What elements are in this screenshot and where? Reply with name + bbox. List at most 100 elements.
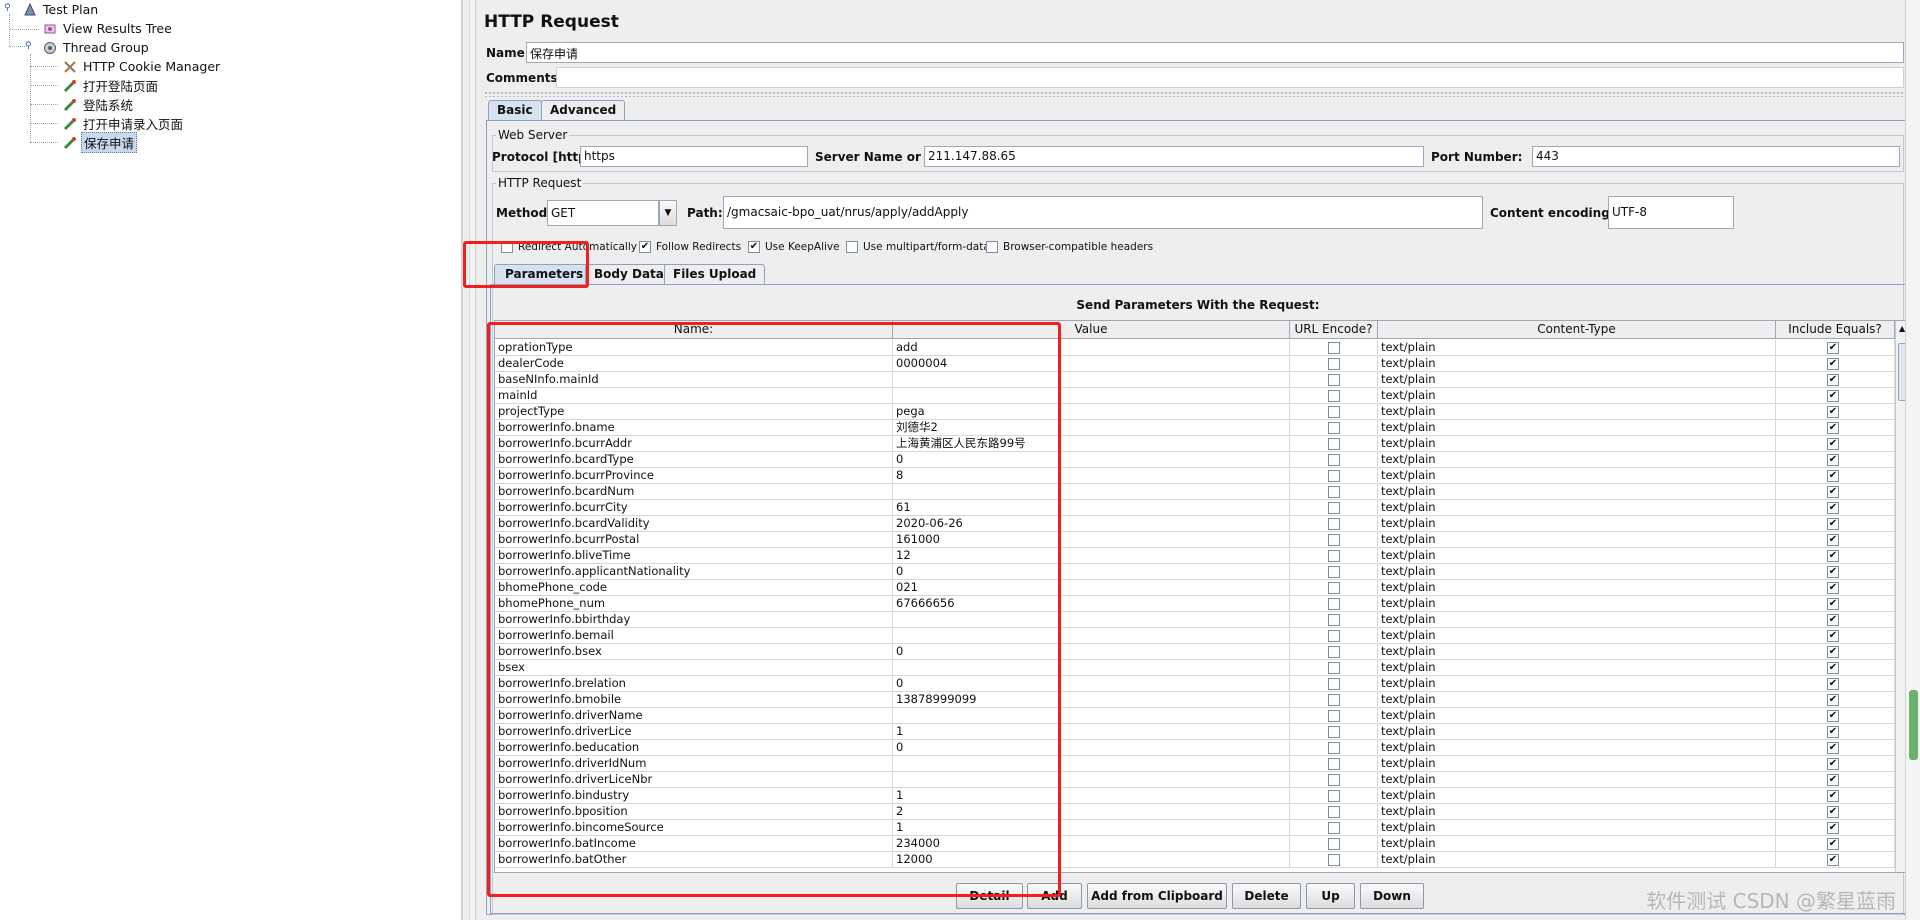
url-encode-checkbox[interactable] [1328, 790, 1340, 802]
chevron-down-icon[interactable]: ▼ [659, 200, 677, 226]
url-encode-checkbox[interactable] [1328, 598, 1340, 610]
method-select[interactable]: GET [547, 200, 659, 226]
tab-files-upload[interactable]: Files Upload [664, 264, 766, 284]
tree-item-sampler[interactable]: 登陆系统 [62, 96, 135, 113]
url-encode-checkbox[interactable] [1328, 390, 1340, 402]
url-encode-checkbox[interactable] [1328, 726, 1340, 738]
column-header-url-encode[interactable]: URL Encode? [1290, 321, 1378, 339]
content-type-cell[interactable]: text/plain [1378, 436, 1776, 452]
content-type-cell[interactable]: text/plain [1378, 820, 1776, 836]
checkmark-icon[interactable]: ✔ [1827, 630, 1839, 642]
checkmark-icon[interactable]: ✔ [1827, 774, 1839, 786]
content-type-cell[interactable]: text/plain [1378, 484, 1776, 500]
checkmark-icon[interactable]: ✔ [1827, 710, 1839, 722]
checkmark-icon[interactable]: ✔ [1827, 790, 1839, 802]
url-encode-checkbox[interactable] [1328, 822, 1340, 834]
checkmark-icon[interactable]: ✔ [1827, 598, 1839, 610]
url-encode-checkbox[interactable] [1328, 406, 1340, 418]
content-type-cell[interactable]: text/plain [1378, 468, 1776, 484]
url-encode-checkbox[interactable] [1328, 358, 1340, 370]
checkmark-icon[interactable]: ✔ [1827, 390, 1839, 402]
url-encode-checkbox[interactable] [1328, 854, 1340, 866]
protocol-field[interactable]: https [580, 146, 808, 167]
tree-item-sampler[interactable]: 打开申请录入页面 [62, 115, 185, 132]
content-type-cell[interactable]: text/plain [1378, 644, 1776, 660]
content-type-cell[interactable]: text/plain [1378, 564, 1776, 580]
content-type-cell[interactable]: text/plain [1378, 516, 1776, 532]
url-encode-checkbox[interactable] [1328, 582, 1340, 594]
url-encode-checkbox[interactable] [1328, 630, 1340, 642]
url-encode-checkbox[interactable] [1328, 470, 1340, 482]
content-type-cell[interactable]: text/plain [1378, 628, 1776, 644]
url-encode-checkbox[interactable] [1328, 502, 1340, 514]
browser-compatible-checkbox[interactable]: Browser-compatible headers [986, 241, 1153, 253]
checkmark-icon[interactable]: ✔ [1827, 694, 1839, 706]
content-type-cell[interactable]: text/plain [1378, 580, 1776, 596]
tree-item-thread-group[interactable]: Thread Group [42, 39, 151, 56]
url-encode-checkbox[interactable] [1328, 614, 1340, 626]
content-type-cell[interactable]: text/plain [1378, 676, 1776, 692]
url-encode-checkbox[interactable] [1328, 566, 1340, 578]
checkmark-icon[interactable]: ✔ [1827, 502, 1839, 514]
url-encode-checkbox[interactable] [1328, 534, 1340, 546]
tree-item-sampler[interactable]: 打开登陆页面 [62, 77, 160, 94]
column-header-content-type[interactable]: Content-Type [1378, 321, 1776, 339]
checkmark-icon[interactable]: ✔ [1827, 518, 1839, 530]
checkmark-icon[interactable]: ✔ [639, 241, 651, 253]
content-type-cell[interactable]: text/plain [1378, 388, 1776, 404]
url-encode-checkbox[interactable] [1328, 518, 1340, 530]
content-type-cell[interactable]: text/plain [1378, 740, 1776, 756]
resize-divider[interactable] [484, 91, 1904, 97]
url-encode-checkbox[interactable] [1328, 710, 1340, 722]
content-type-cell[interactable]: text/plain [1378, 852, 1776, 868]
port-field[interactable]: 443 [1532, 146, 1900, 167]
checkbox-box[interactable] [846, 241, 858, 253]
checkmark-icon[interactable]: ✔ [1827, 806, 1839, 818]
url-encode-checkbox[interactable] [1328, 742, 1340, 754]
window-scrollbar[interactable] [1905, 0, 1920, 920]
content-type-cell[interactable]: text/plain [1378, 660, 1776, 676]
content-type-cell[interactable]: text/plain [1378, 692, 1776, 708]
tree-item-test-plan[interactable]: Test Plan [22, 1, 100, 18]
content-type-cell[interactable]: text/plain [1378, 724, 1776, 740]
tab-advanced[interactable]: Advanced [541, 100, 626, 120]
checkmark-icon[interactable]: ✔ [1827, 470, 1839, 482]
url-encode-checkbox[interactable] [1328, 550, 1340, 562]
checkmark-icon[interactable]: ✔ [1827, 566, 1839, 578]
url-encode-checkbox[interactable] [1328, 422, 1340, 434]
url-encode-checkbox[interactable] [1328, 694, 1340, 706]
checkmark-icon[interactable]: ✔ [1827, 454, 1839, 466]
name-field[interactable]: 保存申请 [526, 42, 1904, 63]
tree-item-cookie-manager[interactable]: HTTP Cookie Manager [62, 58, 222, 75]
add-from-clipboard-button[interactable]: Add from Clipboard [1087, 883, 1227, 909]
tree-splitter[interactable] [462, 0, 470, 920]
encoding-field[interactable]: UTF-8 [1608, 196, 1734, 229]
url-encode-checkbox[interactable] [1328, 774, 1340, 786]
checkmark-icon[interactable]: ✔ [1827, 486, 1839, 498]
checkmark-icon[interactable]: ✔ [748, 241, 760, 253]
content-type-cell[interactable]: text/plain [1378, 340, 1776, 356]
url-encode-checkbox[interactable] [1328, 438, 1340, 450]
tree-item-view-results-tree[interactable]: View Results Tree [42, 20, 174, 37]
url-encode-checkbox[interactable] [1328, 838, 1340, 850]
url-encode-checkbox[interactable] [1328, 678, 1340, 690]
collapse-toggle-icon[interactable]: ⚲ [4, 3, 11, 13]
use-keepalive-checkbox[interactable]: ✔ Use KeepAlive [748, 241, 840, 253]
checkmark-icon[interactable]: ✔ [1827, 374, 1839, 386]
url-encode-checkbox[interactable] [1328, 758, 1340, 770]
checkmark-icon[interactable]: ✔ [1827, 534, 1839, 546]
tab-basic[interactable]: Basic [488, 100, 542, 120]
checkmark-icon[interactable]: ✔ [1827, 422, 1839, 434]
checkmark-icon[interactable]: ✔ [1827, 550, 1839, 562]
path-field[interactable]: /gmacsaic-bpo_uat/nrus/apply/addApply [723, 196, 1483, 229]
checkmark-icon[interactable]: ✔ [1827, 742, 1839, 754]
checkmark-icon[interactable]: ✔ [1827, 438, 1839, 450]
server-field[interactable]: 211.147.88.65 [924, 146, 1424, 167]
content-type-cell[interactable]: text/plain [1378, 500, 1776, 516]
comments-field[interactable] [556, 67, 1904, 88]
collapse-toggle-icon[interactable]: ⚲ [25, 41, 32, 51]
column-header-include-equals[interactable]: Include Equals? [1776, 321, 1895, 339]
url-encode-checkbox[interactable] [1328, 454, 1340, 466]
checkmark-icon[interactable]: ✔ [1827, 838, 1839, 850]
up-button[interactable]: Up [1306, 883, 1355, 909]
